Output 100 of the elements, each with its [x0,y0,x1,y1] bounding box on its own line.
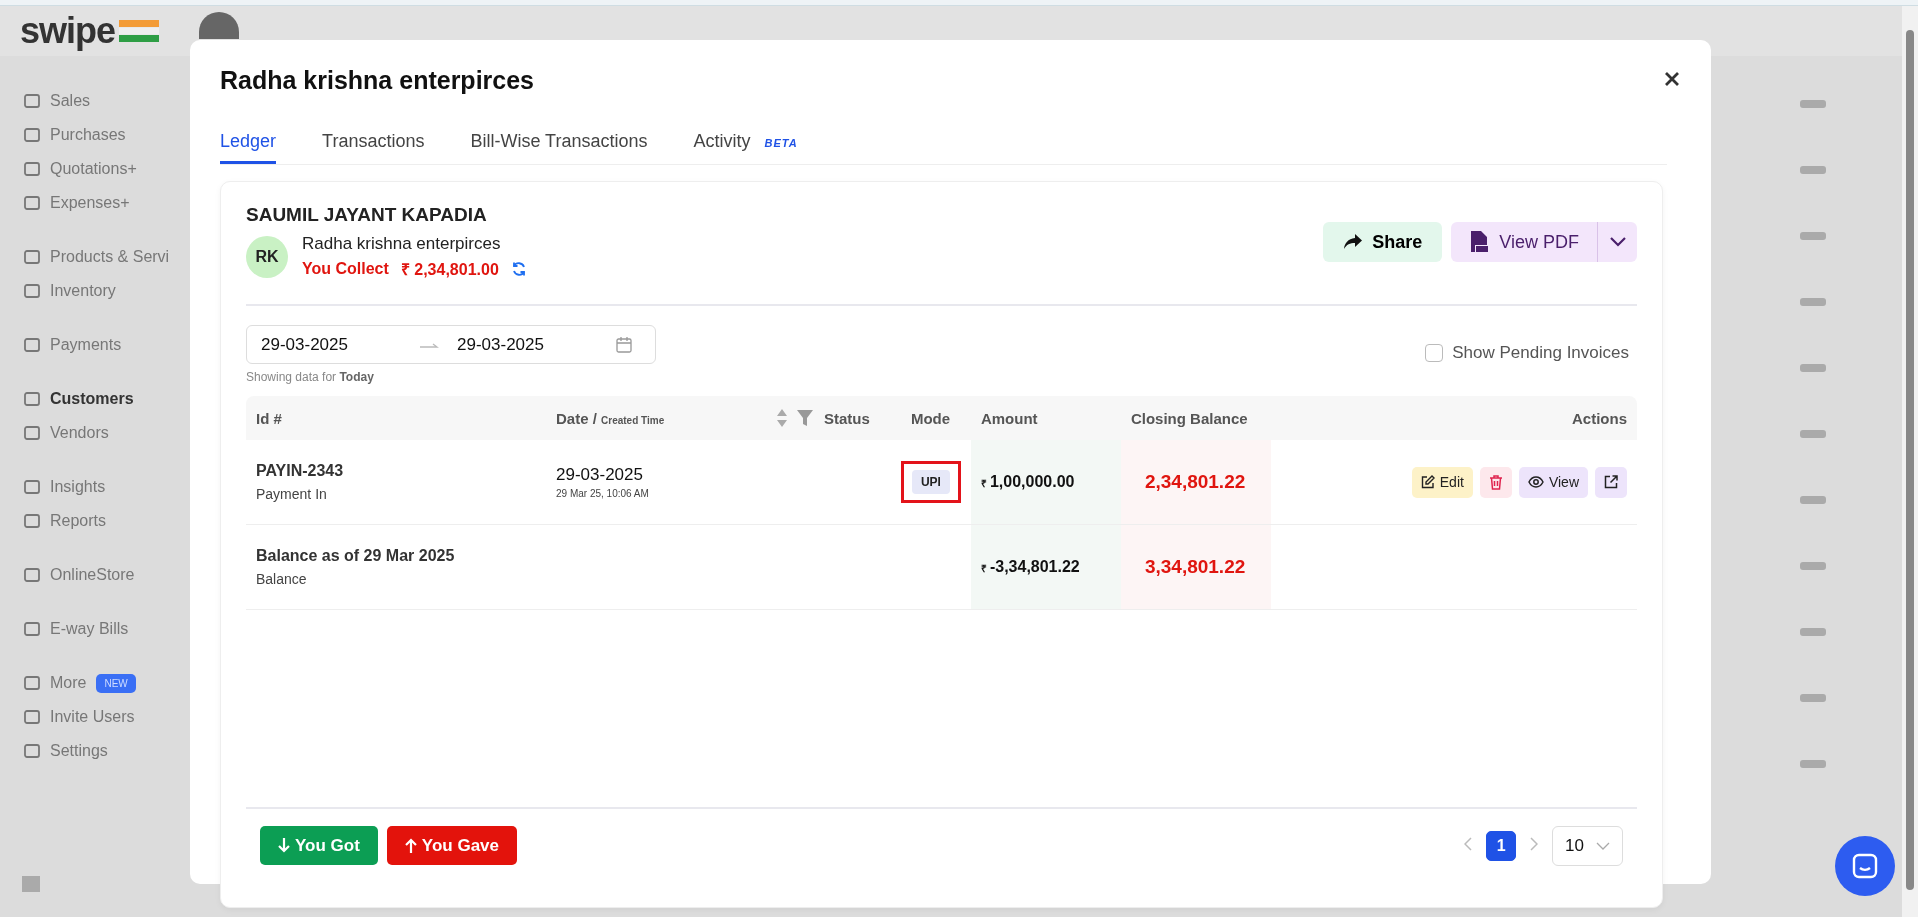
sidebar-item[interactable]: Payments [24,328,190,362]
more-options-icon[interactable] [1800,628,1826,636]
new-badge: NEW [96,673,136,693]
sidebar-item[interactable]: Products & Servi [24,240,190,274]
menu-icon[interactable] [22,876,40,892]
edit-icon [1420,475,1435,489]
closing-balance-cell: 2,34,801.22 [1120,440,1271,525]
chat-button[interactable] [1835,836,1895,896]
date-range-field[interactable]: 29-03-2025 29-03-2025 [246,325,656,364]
menu-item-icon [24,479,40,495]
sidebar-item[interactable]: OnlineStore [24,558,190,592]
logo[interactable]: swipe [20,10,116,52]
open-link-button[interactable] [1595,466,1627,498]
you-gave-button[interactable]: You Gave [386,826,517,865]
trash-icon [1488,474,1503,490]
column-header: Actions [1270,396,1637,440]
sidebar-item[interactable]: Quotations+ [24,152,190,186]
delete-button[interactable] [1479,466,1512,498]
filter-icon[interactable] [796,409,814,427]
column-header: Amount [970,396,1121,440]
company-name: Radha krishna enterpirces [302,234,502,254]
menu-item-icon [24,391,40,407]
more-options-icon[interactable] [1800,166,1826,174]
menu-item-icon [24,743,40,759]
avatar[interactable] [199,12,240,39]
view-button[interactable]: View [1518,466,1588,498]
menu-item-icon [24,195,40,211]
initials-avatar: RK [246,236,288,278]
sidebar-item[interactable]: E-way Bills [24,612,190,646]
sidebar-item[interactable]: Invite Users [24,700,190,734]
party-name: SAUMIL JAYANT KAPADIA [246,204,488,226]
menu-item-icon [24,127,40,143]
sidebar-item[interactable]: Vendors [24,416,190,450]
chevron-down-icon [1596,841,1610,850]
entry-id: Balance as of 29 Mar 2025 [256,547,456,565]
sidebar-item[interactable]: Purchases [24,118,190,152]
scrollbar-thumb[interactable] [1906,30,1914,890]
more-options-icon[interactable] [1800,232,1826,240]
column-header: Date / Created Time [546,396,814,440]
more-options-icon[interactable] [1800,496,1826,504]
tab[interactable]: Bill-Wise Transactions [470,131,648,164]
tab[interactable]: Transactions [322,131,425,164]
column-header: Id # [246,396,546,440]
sidebar-item[interactable]: Expenses+ [24,186,190,220]
closing-balance-cell: 3,34,801.22 [1120,524,1271,610]
calendar-icon [615,335,633,354]
sort-icon[interactable] [776,408,788,428]
sidebar-item[interactable]: Customers [24,382,190,416]
external-link-icon [1604,475,1618,489]
refresh-icon[interactable] [510,261,527,277]
column-header: Closing Balance [1120,396,1271,440]
chevron-down-icon [1608,236,1627,248]
more-options-icon[interactable] [1800,562,1826,570]
column-header: Status [814,396,901,440]
sidebar-item[interactable]: Reports [24,504,190,538]
page-button[interactable]: 1 [1486,830,1517,861]
mode-badge: UPI [911,470,950,494]
sidebar-item[interactable]: Sales [24,84,190,118]
menu-item-icon [24,709,40,725]
you-got-button[interactable]: You Got [260,826,378,865]
balance-label: You Collect [302,260,389,278]
created-time: 29 Mar 25, 10:06 AM [556,488,650,499]
edit-button[interactable]: Edit [1411,466,1473,498]
range-note: Showing data for Today [246,370,375,384]
arrow-up-icon [404,838,417,853]
checkbox-label: Show Pending Invoices [1452,343,1629,363]
modal-title: Radha krishna enterpirces [220,66,534,95]
entry-id: PAYIN-2343 [256,462,345,480]
pdf-file-icon [1469,231,1490,253]
tab[interactable]: Activity BETA [693,131,798,164]
more-options-icon[interactable] [1800,430,1826,438]
more-options-icon[interactable] [1800,760,1826,768]
more-options-icon[interactable] [1800,694,1826,702]
column-header: Mode [900,396,971,440]
entry-type: Payment In [256,486,328,502]
sidebar-item[interactable]: Inventory [24,274,190,308]
amount-cell: ₹ -3,34,801.22 [970,524,1121,610]
menu-item-icon [24,249,40,265]
menu-item-icon [24,513,40,529]
page-size-select[interactable]: 10 [1552,825,1623,866]
menu-item-icon [24,675,40,691]
sidebar-item[interactable]: More NEW [24,666,190,700]
sidebar-item[interactable]: Insights [24,470,190,504]
balance-amount: ₹ 2,34,801.00 [400,260,499,280]
sidebar-item[interactable]: Settings [24,734,190,768]
entry-date: 29-03-2025 [556,465,644,485]
menu-item-icon [24,283,40,299]
share-button[interactable]: Share [1323,222,1443,262]
more-options-icon[interactable] [1800,364,1826,372]
menu-item-icon [24,567,40,583]
menu-item-icon [24,337,40,353]
tab[interactable]: Ledger [220,131,277,164]
share-icon [1343,233,1364,251]
menu-item-icon [24,161,40,177]
more-options-icon[interactable] [1800,100,1826,108]
more-options-icon[interactable] [1800,298,1826,306]
menu-item-icon [24,93,40,109]
flag-icon [119,20,160,42]
checkbox[interactable] [1425,344,1444,362]
amount-cell: ₹ 1,00,000.00 [970,440,1121,525]
